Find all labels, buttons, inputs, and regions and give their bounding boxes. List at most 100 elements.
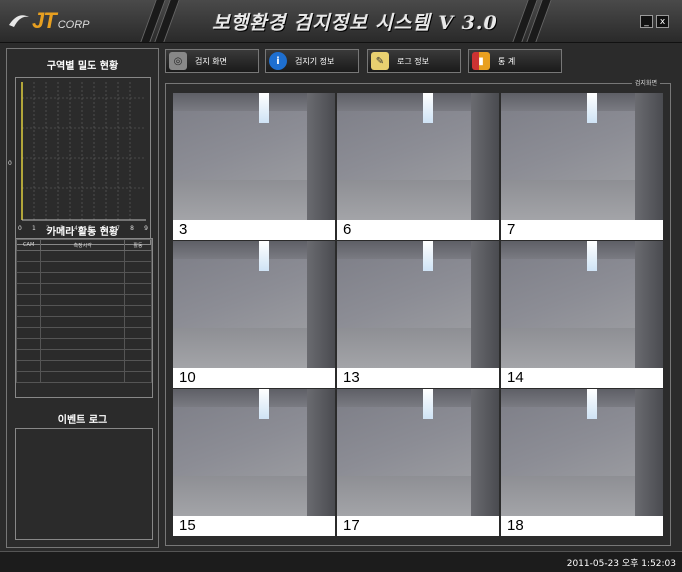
camera-activity-title: 카메라 활동 현황 <box>46 227 119 238</box>
detector-info-button[interactable]: i 검지기 정보 <box>265 49 359 73</box>
detection-panel: 검지화면 3 6 7 10 13 14 15 17 18 <box>165 78 671 546</box>
camera-activity-table: CAM 측정시각 활동 <box>15 238 153 398</box>
table-cell <box>123 349 153 361</box>
detection-panel-title: 검지화면 <box>631 78 660 87</box>
table-cell <box>40 349 125 361</box>
camera-number: 18 <box>501 516 663 536</box>
table-cell <box>40 360 125 372</box>
table-cell <box>15 371 42 383</box>
button-label: 검지기 정보 <box>295 56 335 66</box>
camera-number: 15 <box>173 516 335 536</box>
table-cell <box>123 316 153 328</box>
table-cell <box>40 250 125 262</box>
camera-tile[interactable]: 10 <box>173 241 335 388</box>
detection-screen-button[interactable]: ◎ 검지 화면 <box>165 49 259 73</box>
camera-tile[interactable]: 3 <box>173 93 335 240</box>
camera-tile[interactable]: 18 <box>501 389 663 536</box>
table-cell <box>40 283 125 295</box>
camera-tile[interactable]: 17 <box>337 389 499 536</box>
monitor-icon: ◎ <box>169 52 187 70</box>
col-header-cam: CAM <box>15 239 42 251</box>
table-row <box>15 272 153 284</box>
camera-tile[interactable]: 6 <box>337 93 499 240</box>
density-graph-canvas <box>21 82 146 221</box>
table-cell <box>123 261 153 273</box>
table-cell <box>40 272 125 284</box>
table-row <box>15 283 153 295</box>
camera-feed <box>501 389 663 516</box>
close-button[interactable]: x <box>656 15 669 28</box>
table-cell <box>15 338 42 350</box>
camera-feed <box>501 93 663 220</box>
table-cell <box>123 327 153 339</box>
logo-main: JT <box>32 8 57 33</box>
table-cell <box>123 272 153 284</box>
table-row <box>15 360 153 372</box>
table-cell <box>40 327 125 339</box>
table-cell <box>40 294 125 306</box>
left-panel: 구역별 밀도 현황 0 0 1 2 3 4 5 6 7 8 9 카메라 활동 현… <box>6 48 159 548</box>
camera-feed <box>337 389 499 516</box>
camera-feed <box>173 93 335 220</box>
camera-feed <box>501 241 663 368</box>
button-label: 검지 화면 <box>195 56 227 66</box>
table-cell <box>15 349 42 361</box>
camera-tile[interactable]: 13 <box>337 241 499 388</box>
camera-feed <box>337 241 499 368</box>
logo-swoosh-icon <box>9 15 29 27</box>
camera-feed <box>337 93 499 220</box>
table-cell <box>40 338 125 350</box>
table-row <box>15 305 153 317</box>
table-row <box>15 294 153 306</box>
table-row <box>15 371 153 383</box>
camera-number: 14 <box>501 368 663 388</box>
col-header-activity: 활동 <box>123 239 153 251</box>
statistics-button[interactable]: ▮ 통 계 <box>468 49 562 73</box>
table-cell <box>40 371 125 383</box>
camera-tile[interactable]: 14 <box>501 241 663 388</box>
table-row <box>15 338 153 350</box>
table-cell <box>15 272 42 284</box>
table-cell <box>123 371 153 383</box>
log-info-button[interactable]: ✎ 로그 정보 <box>367 49 461 73</box>
table-cell <box>40 261 125 273</box>
event-log-box <box>15 428 153 540</box>
app-title: 보행환경 검지정보 시스템 V 3.0 <box>212 12 498 34</box>
camera-tile[interactable]: 7 <box>501 93 663 240</box>
log-icon: ✎ <box>371 52 389 70</box>
jt-corp-logo: JT CORP <box>8 8 89 34</box>
table-cell <box>15 261 42 273</box>
button-label: 로그 정보 <box>397 56 429 66</box>
table-cell <box>15 250 42 262</box>
table-cell <box>15 305 42 317</box>
camera-feed <box>173 389 335 516</box>
logo-sub: CORP <box>57 19 90 31</box>
activity-title: 구역별 밀도 현황 <box>46 61 119 72</box>
camera-feed <box>173 241 335 368</box>
minimize-button[interactable]: _ <box>640 15 653 28</box>
camera-number: 6 <box>337 220 499 240</box>
graph-y-tick: 0 <box>8 160 12 167</box>
table-cell <box>15 327 42 339</box>
info-icon: i <box>269 52 287 70</box>
title-bar: JT CORP 보행환경 검지정보 시스템 V 3.0 _ x <box>0 0 682 43</box>
table-row <box>15 316 153 328</box>
stats-icon: ▮ <box>472 52 490 70</box>
table-cell <box>123 360 153 372</box>
camera-number: 7 <box>501 220 663 240</box>
camera-number: 17 <box>337 516 499 536</box>
button-label: 통 계 <box>498 56 516 66</box>
table-cell <box>15 316 42 328</box>
event-log-title: 이벤트 로그 <box>57 415 108 426</box>
camera-tile[interactable]: 15 <box>173 389 335 536</box>
col-header-time: 측정시각 <box>40 239 125 251</box>
table-cell <box>123 283 153 295</box>
camera-number: 13 <box>337 368 499 388</box>
density-graph: 0 0 1 2 3 4 5 6 7 8 9 <box>8 77 151 245</box>
table-cell <box>40 305 125 317</box>
table-cell <box>15 283 42 295</box>
table-cell <box>123 250 153 262</box>
table-cell <box>15 294 42 306</box>
table-cell <box>123 305 153 317</box>
table-row <box>15 327 153 339</box>
